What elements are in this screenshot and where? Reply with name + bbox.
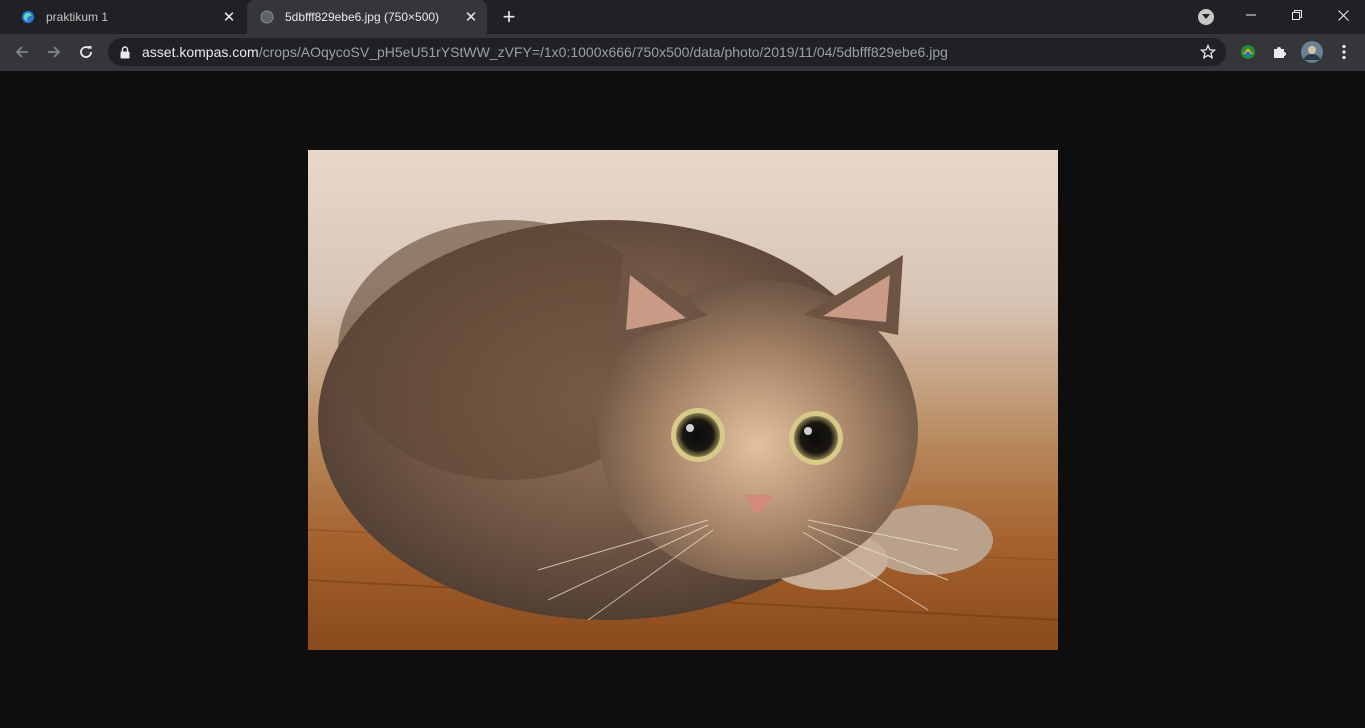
extension-button[interactable] [1236,40,1260,64]
edge-logo-icon [20,9,36,25]
lock-icon [120,45,132,59]
url-text: asset.kompas.com/crops/AOqycoSV_pH5eU51r… [142,44,948,60]
close-window-button[interactable] [1320,0,1365,30]
more-vertical-icon [1342,44,1346,60]
extensions-menu-button[interactable] [1268,40,1292,64]
browser-menu-button[interactable] [1332,40,1356,64]
address-bar[interactable]: asset.kompas.com/crops/AOqycoSV_pH5eU51r… [108,38,1226,66]
tab-title: praktikum 1 [46,10,109,24]
tab-title: 5dbfff829ebe6.jpg (750×500) [285,10,440,24]
restore-button[interactable] [1274,0,1320,30]
tab-image[interactable]: 5dbfff829ebe6.jpg (750×500) ✕ [247,0,487,34]
cat-illustration [308,220,1058,621]
minimize-icon [1246,14,1256,16]
cat-photo[interactable] [308,150,1058,650]
url-path: /crops/AOqycoSV_pH5eU51rYStWW_zVFY=/1x0:… [258,44,948,60]
close-tab-icon[interactable]: ✕ [219,7,239,27]
reload-button[interactable] [72,38,100,66]
arrow-right-icon [48,46,61,58]
arrow-left-icon [15,46,28,58]
tab-search-button[interactable] [1198,9,1214,25]
back-button[interactable] [8,38,36,66]
bookmark-star-icon[interactable] [1199,43,1217,60]
close-tab-icon[interactable]: ✕ [461,7,481,27]
chevron-down-icon [1202,14,1210,19]
close-icon [1337,9,1349,21]
tab-praktikum[interactable]: praktikum 1 ✕ [8,0,245,34]
reload-icon [80,46,92,58]
tab-strip: praktikum 1 ✕ 5dbfff829ebe6.jpg (750×500… [0,0,1365,34]
image-viewer [0,71,1365,728]
browser-toolbar: asset.kompas.com/crops/AOqycoSV_pH5eU51r… [0,34,1365,71]
new-tab-button[interactable]: + [498,6,520,28]
puzzle-icon [1274,47,1286,58]
url-host: asset.kompas.com [142,44,259,60]
minimize-button[interactable] [1228,0,1274,30]
avatar-icon [1301,41,1323,63]
restore-icon [1292,10,1302,20]
extension-logo-icon [1241,45,1255,59]
forward-button[interactable] [40,38,68,66]
profile-avatar[interactable] [1300,40,1324,64]
globe-icon [259,9,275,25]
